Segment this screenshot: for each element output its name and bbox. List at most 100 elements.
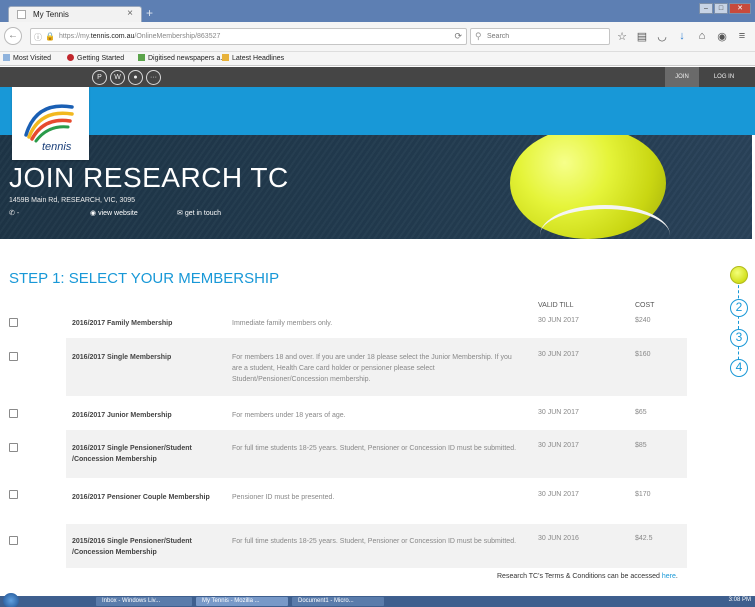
taskbar-item-inbox[interactable]: Inbox - Windows Liv... bbox=[96, 597, 192, 606]
tray-clock: 3:08 PM bbox=[728, 597, 751, 603]
step-progress: 2 3 4 bbox=[727, 265, 751, 383]
search-bar[interactable]: ⚲ bbox=[470, 28, 610, 45]
rss-folder-icon bbox=[222, 54, 229, 61]
membership-name: 2016/2017 Single Membership bbox=[72, 354, 172, 361]
reload-icon[interactable]: ⟳ bbox=[454, 31, 462, 42]
toolbar-icons: ☆ ▤ ◡ ↓ ⌂ ◉ ≡ bbox=[612, 30, 752, 43]
login-button[interactable]: LOG IN bbox=[700, 67, 748, 87]
firefox-icon bbox=[67, 54, 74, 61]
window-controls: – □ ✕ bbox=[698, 3, 751, 14]
start-button-icon[interactable] bbox=[3, 593, 19, 607]
sync-icon[interactable]: ◉ bbox=[712, 30, 732, 43]
membership-desc: For members 18 and over. If you are unde… bbox=[232, 354, 512, 383]
bookmark-star-icon[interactable]: ☆ bbox=[612, 30, 632, 43]
site-topbar: P W ● ··· JOIN LOG IN bbox=[0, 67, 755, 87]
os-taskbar: Inbox - Windows Liv... My Tennis - Mozil… bbox=[0, 593, 755, 607]
social-links: P W ● ··· bbox=[92, 70, 164, 85]
search-input[interactable] bbox=[487, 31, 602, 42]
taskbar-item-mytennis[interactable]: My Tennis - Mozilla ... bbox=[196, 597, 288, 606]
browser-navbar: ← ⓘ 🔒 https://my.tennis.com.au/OnlineMem… bbox=[0, 22, 755, 52]
minimize-button[interactable]: – bbox=[699, 3, 713, 14]
step-4-indicator[interactable]: 4 bbox=[730, 359, 748, 377]
bookmark-digitised-newspapers[interactable]: Digitised newspapers a... bbox=[138, 54, 226, 62]
bookmark-latest-headlines[interactable]: Latest Headlines bbox=[222, 54, 284, 62]
membership-valid-till: 30 JUN 2017 bbox=[538, 351, 579, 358]
menu-icon[interactable]: ≡ bbox=[732, 30, 752, 43]
membership-desc: For members under 18 years of age. bbox=[232, 412, 346, 419]
get-in-touch-link[interactable]: ✉ get in touch bbox=[177, 209, 221, 217]
membership-checkbox[interactable] bbox=[9, 318, 18, 327]
membership-name: 2016/2017 Junior Membership bbox=[72, 412, 172, 419]
step-3-indicator[interactable]: 3 bbox=[730, 329, 748, 347]
view-website-link[interactable]: ◉ view website bbox=[90, 209, 138, 217]
social-pinterest-icon[interactable]: P bbox=[92, 70, 107, 85]
step-1-ball-icon[interactable] bbox=[730, 266, 748, 284]
membership-cost: $65 bbox=[635, 409, 647, 416]
phone-icon: ✆ bbox=[9, 210, 17, 217]
tab-favicon-icon bbox=[17, 10, 26, 19]
membership-name: 2016/2017 Single Pensioner/Student /Conc… bbox=[72, 445, 192, 463]
download-icon[interactable]: ↓ bbox=[672, 30, 692, 43]
step-2-indicator[interactable]: 2 bbox=[730, 299, 748, 317]
bookmark-folder-icon bbox=[3, 54, 10, 61]
pocket-icon[interactable]: ◡ bbox=[652, 30, 672, 43]
tennis-logo[interactable]: tennis bbox=[12, 87, 89, 160]
back-button[interactable]: ← bbox=[4, 27, 22, 45]
terms-link[interactable]: here bbox=[662, 573, 676, 580]
membership-valid-till: 30 JUN 2017 bbox=[538, 317, 579, 324]
membership-name: 2016/2017 Family Membership bbox=[72, 320, 173, 327]
social-circle-icon[interactable]: ● bbox=[128, 70, 143, 85]
membership-row[interactable]: 2016/2017 Single Pensioner/Student /Conc… bbox=[9, 430, 687, 478]
membership-valid-till: 30 JUN 2017 bbox=[538, 491, 579, 498]
join-button[interactable]: JOIN bbox=[665, 67, 699, 87]
bookmarks-toolbar: Most Visited Getting Started Digitised n… bbox=[0, 52, 755, 66]
window-close-button[interactable]: ✕ bbox=[729, 3, 751, 14]
social-web-icon[interactable]: W bbox=[110, 70, 125, 85]
home-icon[interactable]: ⌂ bbox=[692, 30, 712, 43]
membership-row[interactable]: 2015/2016 Single Pensioner/Student /Conc… bbox=[9, 524, 687, 568]
step-title: STEP 1: SELECT YOUR MEMBERSHIP bbox=[9, 270, 280, 287]
bookmarks-list-icon[interactable]: ▤ bbox=[632, 30, 652, 43]
terms-note: Research TC's Terms & Conditions can be … bbox=[497, 573, 678, 580]
tab-close-icon[interactable]: × bbox=[127, 8, 133, 19]
col-header-cost: COST bbox=[635, 302, 655, 309]
new-tab-button[interactable]: + bbox=[146, 6, 153, 20]
info-icon[interactable]: ⓘ bbox=[34, 32, 42, 43]
url-text[interactable]: https://my.tennis.com.au/OnlineMembershi… bbox=[59, 33, 220, 40]
membership-cost: $240 bbox=[635, 317, 651, 324]
membership-checkbox[interactable] bbox=[9, 352, 18, 361]
membership-row[interactable]: 2016/2017 Pensioner Couple Membership Pe… bbox=[9, 480, 687, 522]
col-header-valid: VALID TILL bbox=[538, 302, 574, 309]
social-more-icon[interactable]: ··· bbox=[146, 70, 161, 85]
url-bar[interactable]: ⓘ 🔒 https://my.tennis.com.au/OnlineMembe… bbox=[30, 28, 467, 45]
taskbar-item-document[interactable]: Document1 - Micro... bbox=[292, 597, 384, 606]
bookmark-most-visited[interactable]: Most Visited bbox=[3, 54, 51, 62]
membership-row[interactable]: 2016/2017 Single Membership For members … bbox=[9, 338, 687, 396]
membership-desc: For full time students 18-25 years. Stud… bbox=[232, 538, 517, 545]
browser-tab[interactable]: My Tennis × bbox=[8, 6, 142, 22]
membership-checkbox[interactable] bbox=[9, 409, 18, 418]
club-address: 1459B Main Rd, RESEARCH, VIC, 3095 bbox=[9, 197, 136, 204]
bookmark-getting-started[interactable]: Getting Started bbox=[67, 54, 124, 62]
membership-desc: Immediate family members only. bbox=[232, 320, 333, 327]
membership-valid-till: 30 JUN 2017 bbox=[538, 442, 579, 449]
membership-checkbox[interactable] bbox=[9, 443, 18, 452]
membership-desc: For full time students 18-25 years. Stud… bbox=[232, 445, 517, 452]
lock-icon: 🔒 bbox=[45, 32, 55, 41]
maximize-button[interactable]: □ bbox=[714, 3, 728, 14]
membership-valid-till: 30 JUN 2017 bbox=[538, 409, 579, 416]
club-title: JOIN RESEARCH TC bbox=[9, 162, 289, 193]
membership-row[interactable]: 2016/2017 Family Membership Immediate fa… bbox=[9, 310, 687, 336]
globe-icon: ◉ bbox=[90, 210, 99, 217]
membership-checkbox[interactable] bbox=[9, 490, 18, 499]
membership-valid-till: 30 JUN 2016 bbox=[538, 535, 579, 542]
search-icon: ⚲ bbox=[475, 31, 482, 41]
membership-name: 2016/2017 Pensioner Couple Membership bbox=[72, 494, 210, 501]
membership-cost: $170 bbox=[635, 491, 651, 498]
membership-checkbox[interactable] bbox=[9, 536, 18, 545]
browser-titlebar: My Tennis × + – □ ✕ bbox=[0, 0, 755, 22]
membership-cost: $85 bbox=[635, 442, 647, 449]
header-band bbox=[0, 87, 755, 135]
membership-desc: Pensioner ID must be presented. bbox=[232, 494, 335, 501]
membership-row[interactable]: 2016/2017 Junior Membership For members … bbox=[9, 398, 687, 428]
